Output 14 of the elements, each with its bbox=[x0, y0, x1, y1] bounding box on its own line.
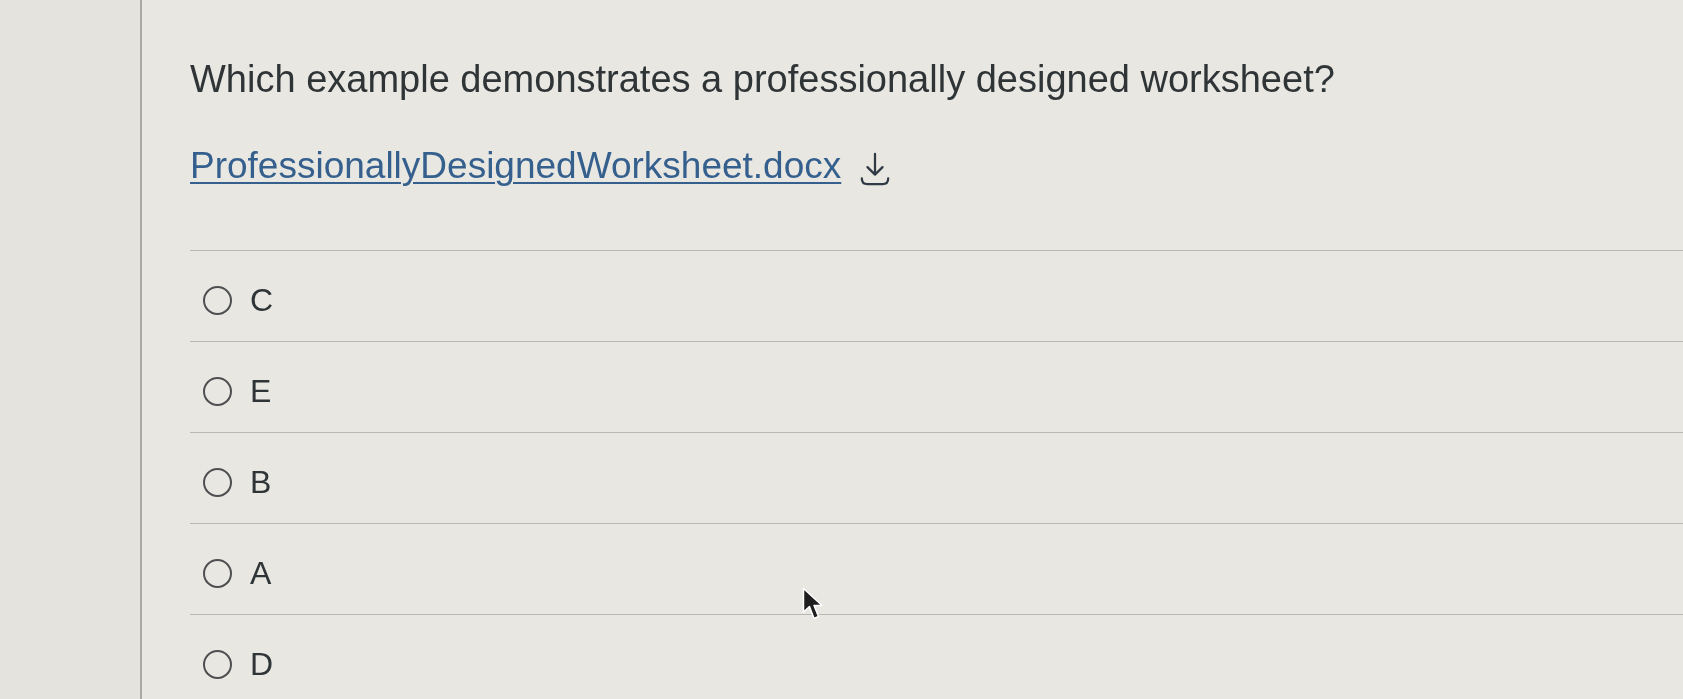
option-label[interactable]: D bbox=[250, 650, 274, 679]
radio-button[interactable] bbox=[203, 468, 232, 497]
question-text: Which example demonstrates a professionally designed worksheet? bbox=[190, 57, 1336, 102]
option-label[interactable]: B bbox=[250, 468, 272, 497]
mouse-pointer-icon bbox=[802, 587, 824, 621]
radio-button[interactable] bbox=[203, 377, 232, 406]
radio-button[interactable] bbox=[203, 286, 232, 315]
option-label[interactable]: E bbox=[250, 377, 272, 406]
option-label[interactable]: C bbox=[250, 286, 274, 315]
option-label[interactable]: A bbox=[250, 559, 272, 588]
file-link[interactable]: ProfessionallyDesignedWorksheet.docx bbox=[190, 143, 842, 189]
radio-button[interactable] bbox=[203, 559, 232, 588]
download-icon[interactable] bbox=[859, 151, 892, 187]
radio-button[interactable] bbox=[203, 650, 232, 679]
